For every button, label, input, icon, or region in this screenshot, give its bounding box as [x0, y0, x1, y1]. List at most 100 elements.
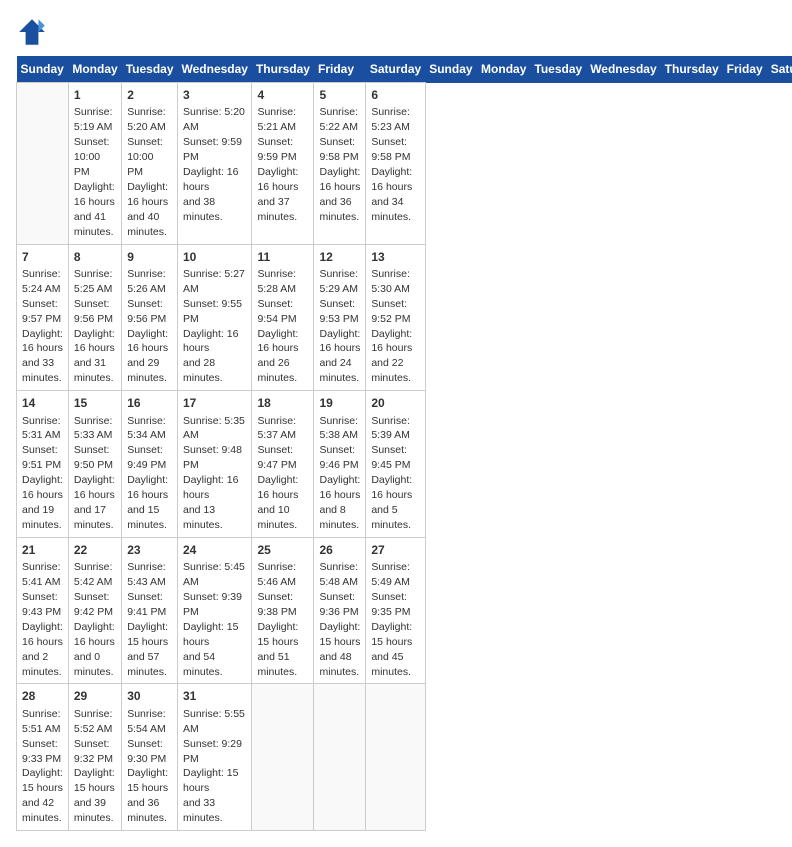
day-info: Sunrise: 5:46 AM Sunset: 9:38 PM Dayligh…: [257, 560, 308, 679]
calendar-cell: 7Sunrise: 5:24 AM Sunset: 9:57 PM Daylig…: [17, 244, 69, 391]
calendar-cell: 21Sunrise: 5:41 AM Sunset: 9:43 PM Dayli…: [17, 537, 69, 684]
calendar-cell: 24Sunrise: 5:45 AM Sunset: 9:39 PM Dayli…: [178, 537, 252, 684]
day-header-wednesday: Wednesday: [586, 56, 660, 83]
day-number: 26: [319, 542, 360, 559]
day-header-monday: Monday: [477, 56, 530, 83]
calendar-table: SundayMondayTuesdayWednesdayThursdayFrid…: [16, 56, 792, 831]
calendar-cell: 6Sunrise: 5:23 AM Sunset: 9:58 PM Daylig…: [366, 83, 425, 245]
day-info: Sunrise: 5:54 AM Sunset: 9:30 PM Dayligh…: [127, 707, 172, 826]
calendar-cell: 14Sunrise: 5:31 AM Sunset: 9:51 PM Dayli…: [17, 391, 69, 538]
day-info: Sunrise: 5:26 AM Sunset: 9:56 PM Dayligh…: [127, 267, 172, 386]
day-number: 9: [127, 249, 172, 266]
calendar-cell: 15Sunrise: 5:33 AM Sunset: 9:50 PM Dayli…: [68, 391, 121, 538]
calendar-cell: 19 Sunrise: 5:38 AM Sunset: 9:46 PM Dayli…: [314, 391, 366, 538]
day-info: Sunrise: 5:55 AM Sunset: 9:29 PM Dayligh…: [183, 707, 246, 826]
day-number: 3: [183, 87, 246, 104]
calendar-week-1: 1Sunrise: 5:19 AM Sunset: 10:00 PM Dayli…: [17, 83, 792, 245]
day-number: 21: [22, 542, 63, 559]
calendar-cell: 13Sunrise: 5:30 AM Sunset: 9:52 PM Dayli…: [366, 244, 425, 391]
day-number: 19: [319, 395, 360, 412]
day-number: 16: [127, 395, 172, 412]
day-info: Sunrise: 5:35 AM Sunset: 9:48 PM Dayligh…: [183, 414, 246, 533]
calendar-cell: 12Sunrise: 5:29 AM Sunset: 9:53 PM Dayli…: [314, 244, 366, 391]
calendar-cell: 22Sunrise: 5:42 AM Sunset: 9:42 PM Dayli…: [68, 537, 121, 684]
day-number: 22: [74, 542, 116, 559]
day-header-saturday: Saturday: [767, 56, 792, 83]
day-number: 12: [319, 249, 360, 266]
day-header-tuesday: Tuesday: [530, 56, 586, 83]
day-info: Sunrise: 5:22 AM Sunset: 9:58 PM Dayligh…: [319, 105, 360, 224]
day-info: Sunrise: 5:45 AM Sunset: 9:39 PM Dayligh…: [183, 560, 246, 679]
day-header-sunday: Sunday: [425, 56, 477, 83]
calendar-cell: [314, 684, 366, 831]
day-info: Sunrise: 5:21 AM Sunset: 9:59 PM Dayligh…: [257, 105, 308, 224]
day-info: Sunrise: 5:34 AM Sunset: 9:49 PM Dayligh…: [127, 414, 172, 533]
day-header-thursday: Thursday: [661, 56, 723, 83]
calendar-cell: 30 Sunrise: 5:54 AM Sunset: 9:30 PM Dayli…: [122, 684, 178, 831]
day-info: Sunrise: 5:52 AM Sunset: 9:32 PM Dayligh…: [74, 707, 116, 826]
day-number: 1: [74, 87, 116, 104]
day-header-thursday: Thursday: [252, 56, 314, 83]
day-info: Sunrise: 5:43 AM Sunset: 9:41 PM Dayligh…: [127, 560, 172, 679]
calendar-week-4: 21Sunrise: 5:41 AM Sunset: 9:43 PM Dayli…: [17, 537, 792, 684]
day-info: Sunrise: 5:39 AM Sunset: 9:45 PM Dayligh…: [371, 414, 419, 533]
calendar-cell: 23Sunrise: 5:43 AM Sunset: 9:41 PM Dayli…: [122, 537, 178, 684]
day-number: 23: [127, 542, 172, 559]
calendar-cell: 16 Sunrise: 5:34 AM Sunset: 9:49 PM Dayli…: [122, 391, 178, 538]
day-header-wednesday: Wednesday: [178, 56, 252, 83]
day-number: 5: [319, 87, 360, 104]
day-info: Sunrise: 5:41 AM Sunset: 9:43 PM Dayligh…: [22, 560, 63, 679]
day-number: 27: [371, 542, 419, 559]
calendar-cell: 8Sunrise: 5:25 AM Sunset: 9:56 PM Daylig…: [68, 244, 121, 391]
calendar-week-3: 14Sunrise: 5:31 AM Sunset: 9:51 PM Dayli…: [17, 391, 792, 538]
day-number: 2: [127, 87, 172, 104]
day-header-friday: Friday: [723, 56, 767, 83]
day-info: Sunrise: 5:37 AM Sunset: 9:47 PM Dayligh…: [257, 414, 308, 533]
calendar-cell: [17, 83, 69, 245]
calendar-cell: [366, 684, 425, 831]
calendar-cell: 4Sunrise: 5:21 AM Sunset: 9:59 PM Daylig…: [252, 83, 314, 245]
day-info: Sunrise: 5:23 AM Sunset: 9:58 PM Dayligh…: [371, 105, 419, 224]
day-number: 24: [183, 542, 246, 559]
calendar-cell: 29 Sunrise: 5:52 AM Sunset: 9:32 PM Dayli…: [68, 684, 121, 831]
day-info: Sunrise: 5:51 AM Sunset: 9:33 PM Dayligh…: [22, 707, 63, 826]
calendar-cell: 1Sunrise: 5:19 AM Sunset: 10:00 PM Dayli…: [68, 83, 121, 245]
page-header: [16, 16, 776, 48]
calendar-cell: 2Sunrise: 5:20 AM Sunset: 10:00 PM Dayli…: [122, 83, 178, 245]
day-number: 14: [22, 395, 63, 412]
day-header-saturday: Saturday: [366, 56, 425, 83]
day-number: 30: [127, 688, 172, 705]
calendar-cell: [252, 684, 314, 831]
day-number: 31: [183, 688, 246, 705]
calendar-cell: 25Sunrise: 5:46 AM Sunset: 9:38 PM Dayli…: [252, 537, 314, 684]
day-info: Sunrise: 5:27 AM Sunset: 9:55 PM Dayligh…: [183, 267, 246, 386]
calendar-cell: 17Sunrise: 5:35 AM Sunset: 9:48 PM Dayli…: [178, 391, 252, 538]
day-info: Sunrise: 5:48 AM Sunset: 9:36 PM Dayligh…: [319, 560, 360, 679]
day-number: 11: [257, 249, 308, 266]
day-number: 13: [371, 249, 419, 266]
day-number: 28: [22, 688, 63, 705]
day-number: 29: [74, 688, 116, 705]
logo: [16, 16, 52, 48]
day-info: Sunrise: 5:29 AM Sunset: 9:53 PM Dayligh…: [319, 267, 360, 386]
calendar-cell: 18Sunrise: 5:37 AM Sunset: 9:47 PM Dayli…: [252, 391, 314, 538]
day-number: 4: [257, 87, 308, 104]
day-info: Sunrise: 5:20 AM Sunset: 10:00 PM Daylig…: [127, 105, 172, 239]
day-number: 7: [22, 249, 63, 266]
day-header-tuesday: Tuesday: [122, 56, 178, 83]
day-info: Sunrise: 5:38 AM Sunset: 9:46 PM Dayligh…: [319, 414, 360, 533]
calendar-cell: 9Sunrise: 5:26 AM Sunset: 9:56 PM Daylig…: [122, 244, 178, 391]
calendar-cell: 3Sunrise: 5:20 AM Sunset: 9:59 PM Daylig…: [178, 83, 252, 245]
day-info: Sunrise: 5:25 AM Sunset: 9:56 PM Dayligh…: [74, 267, 116, 386]
day-info: Sunrise: 5:28 AM Sunset: 9:54 PM Dayligh…: [257, 267, 308, 386]
calendar-cell: 31 Sunrise: 5:55 AM Sunset: 9:29 PM Dayli…: [178, 684, 252, 831]
day-number: 10: [183, 249, 246, 266]
calendar-cell: 28 Sunrise: 5:51 AM Sunset: 9:33 PM Dayli…: [17, 684, 69, 831]
day-number: 8: [74, 249, 116, 266]
day-info: Sunrise: 5:49 AM Sunset: 9:35 PM Dayligh…: [371, 560, 419, 679]
day-info: Sunrise: 5:24 AM Sunset: 9:57 PM Dayligh…: [22, 267, 63, 386]
day-info: Sunrise: 5:30 AM Sunset: 9:52 PM Dayligh…: [371, 267, 419, 386]
calendar-header-row: SundayMondayTuesdayWednesdayThursdayFrid…: [17, 56, 792, 83]
day-header-monday: Monday: [68, 56, 121, 83]
calendar-week-2: 7Sunrise: 5:24 AM Sunset: 9:57 PM Daylig…: [17, 244, 792, 391]
